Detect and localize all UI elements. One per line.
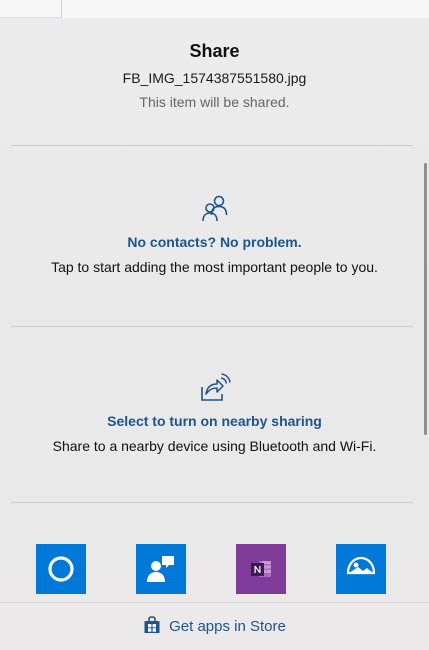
photos-app-tile[interactable] [336, 544, 386, 594]
cortana-app-tile[interactable] [36, 544, 86, 594]
onenote-icon [251, 561, 271, 577]
nearby-sharing-section[interactable]: Select to turn on nearby sharing Share t… [0, 372, 429, 455]
add-contacts-link[interactable]: No contacts? No problem. [0, 233, 429, 251]
photos-icon [346, 556, 376, 575]
background-window-strip [0, 0, 429, 19]
people-app-tile[interactable] [136, 544, 186, 594]
nearby-sharing-link[interactable]: Select to turn on nearby sharing [0, 412, 429, 430]
nearby-sharing-description: Share to a nearby device using Bluetooth… [52, 438, 377, 454]
store-divider [0, 602, 429, 603]
scrollbar[interactable] [424, 163, 427, 435]
get-apps-in-store-link[interactable]: Get apps in Store [0, 616, 429, 637]
nearby-share-icon [200, 373, 231, 401]
background-divider [61, 0, 62, 18]
store-bag-icon [144, 616, 160, 633]
add-contacts-section[interactable]: No contacts? No problem. Tap to start ad… [0, 193, 429, 276]
shared-file-name: FB_IMG_1574387551580.jpg [122, 70, 307, 86]
people-app-icon [147, 556, 174, 582]
divider [11, 502, 413, 503]
share-panel: Share FB_IMG_1574387551580.jpg This item… [0, 18, 429, 650]
store-link-label: Get apps in Store [169, 618, 286, 635]
add-contacts-description: Tap to start adding the most important p… [51, 259, 378, 275]
people-icon [201, 195, 227, 222]
share-header: Share FB_IMG_1574387551580.jpg This item… [0, 40, 429, 111]
share-apps-row [0, 544, 429, 594]
divider [11, 326, 413, 327]
cortana-icon [48, 556, 74, 582]
share-subtitle: This item will be shared. [139, 94, 290, 110]
divider [11, 145, 413, 146]
onenote-app-tile[interactable] [236, 544, 286, 594]
share-title: Share [189, 41, 240, 61]
